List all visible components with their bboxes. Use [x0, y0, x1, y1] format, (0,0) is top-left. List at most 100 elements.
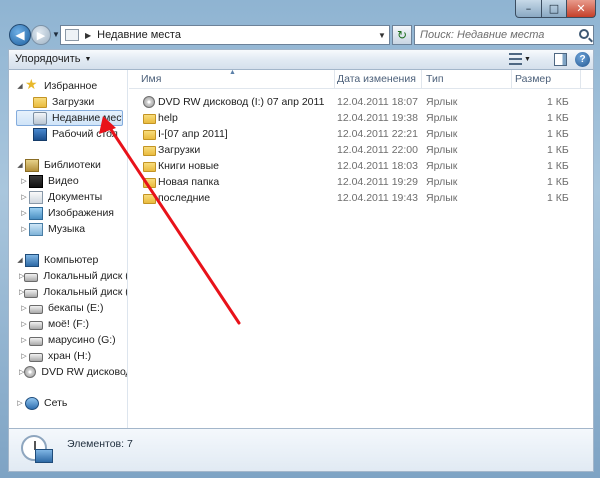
nav-item-desktop[interactable]: Рабочий стол [9, 126, 127, 142]
views-icon [509, 53, 522, 65]
column-divider[interactable] [334, 70, 335, 89]
column-name[interactable]: Имя [141, 73, 161, 85]
refresh-button[interactable]: ↻ [392, 25, 412, 45]
collapse-arrow-icon[interactable]: ◢ [15, 256, 25, 264]
nav-favorites[interactable]: ◢ Избранное [9, 78, 127, 94]
folder-shortcut-icon [143, 194, 156, 204]
location-icon [65, 29, 79, 41]
close-button[interactable]: ✕ [566, 0, 596, 18]
nav-network[interactable]: ▷ Сеть [9, 395, 127, 411]
column-date[interactable]: Дата изменения [337, 73, 416, 85]
address-bar[interactable]: ▶ Недавние места ▼ [60, 25, 390, 45]
maximize-button[interactable]: □ [541, 0, 567, 18]
expand-arrow-icon[interactable]: ▷ [19, 320, 29, 328]
column-divider[interactable] [421, 70, 422, 89]
column-header: ▲ Имя Дата изменения Тип Размер [129, 69, 593, 89]
collapse-arrow-icon[interactable]: ◢ [15, 82, 25, 90]
collapse-arrow-icon[interactable]: ◢ [15, 161, 25, 169]
file-row[interactable]: Новая папка 12.04.2011 19:29 Ярлык 1 КБ [129, 174, 593, 190]
search-input[interactable] [420, 27, 578, 43]
file-name: I-[07 апр 2011] [158, 128, 228, 140]
file-size: 1 КБ [547, 128, 569, 140]
expand-arrow-icon[interactable]: ▷ [19, 209, 29, 217]
network-icon [25, 396, 39, 410]
file-name: help [158, 112, 178, 124]
disk-icon [29, 320, 43, 330]
nav-computer[interactable]: ◢ Компьютер [9, 252, 127, 268]
file-type: Ярлык [426, 144, 458, 156]
recent-places-icon [21, 435, 55, 467]
nav-item-pictures[interactable]: ▷ Изображения [9, 205, 127, 221]
expand-arrow-icon[interactable]: ▷ [15, 399, 25, 407]
nav-item-video[interactable]: ▷ Видео [9, 173, 127, 189]
file-row[interactable]: I-[07 апр 2011] 12.04.2011 22:21 Ярлык 1… [129, 126, 593, 142]
file-size: 1 КБ [547, 176, 569, 188]
forward-button[interactable]: ▶ [31, 25, 51, 45]
nav-item-drive-h[interactable]: ▷ хран (H:) [9, 348, 127, 364]
expand-arrow-icon[interactable]: ▷ [19, 193, 29, 201]
nav-item-drive-d[interactable]: ▷ Локальный диск (D [9, 284, 127, 300]
column-divider[interactable] [511, 70, 512, 89]
nav-item-downloads[interactable]: Загрузки [9, 94, 127, 110]
expand-arrow-icon[interactable]: ▷ [19, 336, 29, 344]
file-name: Книги новые [158, 160, 219, 172]
breadcrumb-current[interactable]: Недавние места [97, 29, 181, 41]
nav-item-drive-g[interactable]: ▷ марусино (G:) [9, 332, 127, 348]
nav-item-label: Видео [48, 175, 79, 187]
nav-item-drive-c[interactable]: ▷ Локальный диск (C [9, 268, 128, 284]
pictures-icon [29, 206, 43, 220]
organize-button[interactable]: Упорядочить ▼ [15, 53, 91, 65]
nav-item-drive-e[interactable]: ▷ бекапы (E:) [9, 300, 127, 316]
libraries-icon [25, 158, 39, 172]
file-list: ▲ Имя Дата изменения Тип Размер DVD RW д… [129, 69, 593, 428]
preview-pane-icon[interactable] [554, 53, 567, 66]
expand-arrow-icon[interactable]: ▷ [19, 225, 29, 233]
file-type: Ярлык [426, 160, 458, 172]
expand-arrow-icon[interactable]: ▷ [19, 352, 29, 360]
dvd-icon [24, 366, 37, 378]
disk-icon [29, 304, 43, 314]
file-name: DVD RW дисковод (I:) 07 апр 2011 [158, 96, 325, 108]
nav-item-drive-f[interactable]: ▷ моё! (F:) [9, 316, 127, 332]
chevron-down-icon: ▼ [84, 55, 92, 63]
expand-arrow-icon[interactable]: ▷ [19, 177, 29, 185]
help-icon[interactable]: ? [575, 52, 590, 67]
chevron-down-icon: ▼ [524, 55, 531, 63]
column-size[interactable]: Размер [515, 73, 551, 85]
breadcrumb-chevron-icon[interactable]: ▶ [85, 31, 91, 40]
file-row[interactable]: Загрузки 12.04.2011 22:00 Ярлык 1 КБ [129, 142, 593, 158]
file-type: Ярлык [426, 176, 458, 188]
file-row[interactable]: help 12.04.2011 19:38 Ярлык 1 КБ [129, 110, 593, 126]
nav-item-music[interactable]: ▷ Музыка [9, 221, 127, 237]
arrow-left-icon: ◀ [15, 28, 25, 42]
expand-arrow-icon[interactable]: ▷ [19, 304, 29, 312]
nav-item-dvd-drive[interactable]: ▷ DVD RW дисковод ( [9, 364, 128, 380]
nav-item-recent-places[interactable]: Недавние места [16, 110, 123, 126]
file-size: 1 КБ [547, 144, 569, 156]
sort-ascending-icon: ▲ [229, 69, 236, 76]
nav-item-label: DVD RW дисковод ( [41, 366, 128, 378]
file-row[interactable]: DVD RW дисковод (I:) 07 апр 2011 12.04.2… [129, 94, 593, 110]
nav-item-label: Локальный диск (C [43, 270, 128, 282]
content-area: ◢ Избранное Загрузки Недавние места Рабо… [8, 69, 594, 428]
disk-icon [29, 336, 43, 346]
address-dropdown[interactable]: ▼ [375, 26, 389, 44]
file-type: Ярлык [426, 112, 458, 124]
back-button[interactable]: ◀ [9, 24, 31, 46]
desktop-icon [33, 127, 47, 141]
recent-pages-dropdown[interactable]: ▼ [52, 30, 60, 39]
file-row[interactable]: последние 12.04.2011 19:43 Ярлык 1 КБ [129, 190, 593, 206]
minimize-button[interactable]: – [515, 0, 542, 18]
column-divider[interactable] [580, 70, 581, 89]
search-icon[interactable] [579, 29, 589, 39]
dvd-icon [143, 96, 155, 108]
nav-item-label: Недавние места [52, 112, 122, 124]
items-count: Элементов: 7 [67, 438, 133, 450]
file-row[interactable]: Книги новые 12.04.2011 18:03 Ярлык 1 КБ [129, 158, 593, 174]
nav-item-documents[interactable]: ▷ Документы [9, 189, 127, 205]
change-view-button[interactable]: ▼ [509, 53, 531, 65]
folder-icon [33, 97, 47, 108]
nav-libraries[interactable]: ◢ Библиотеки [9, 157, 127, 173]
folder-shortcut-icon [143, 114, 156, 124]
column-type[interactable]: Тип [426, 73, 444, 85]
